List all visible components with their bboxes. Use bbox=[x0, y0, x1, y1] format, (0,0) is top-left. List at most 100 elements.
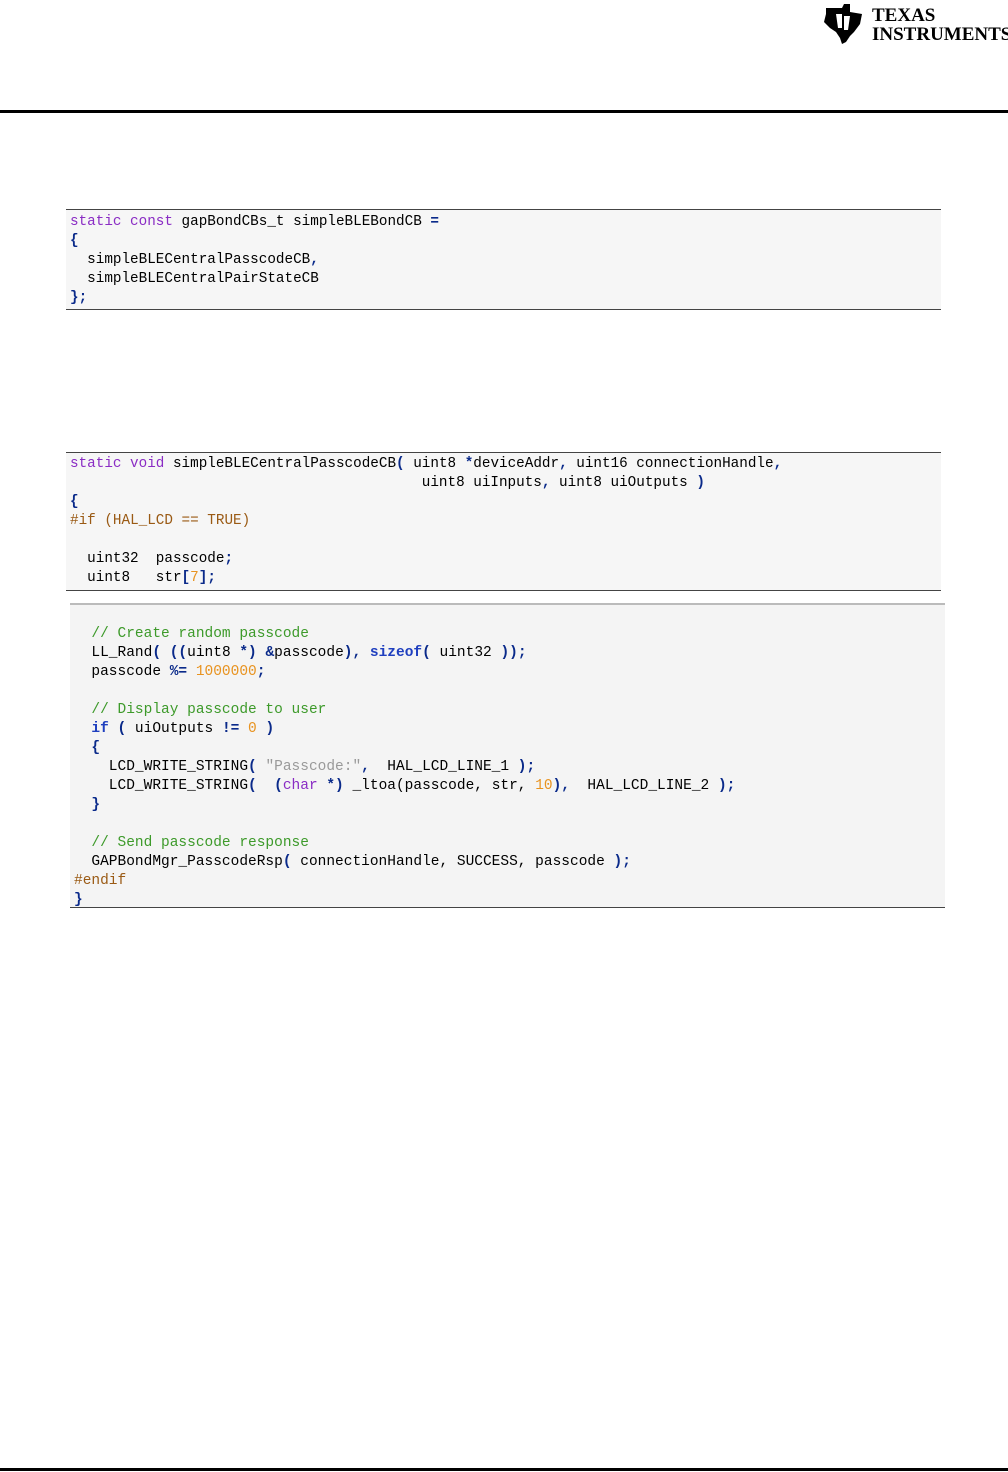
code-token: ( bbox=[248, 778, 257, 794]
ti-logo: Texas Instruments bbox=[820, 0, 1008, 50]
header-divider bbox=[0, 110, 1008, 113]
code-line: } bbox=[74, 796, 945, 815]
code-token: ( bbox=[422, 645, 431, 661]
code-token: ; bbox=[256, 664, 266, 680]
code-token: ( bbox=[152, 645, 162, 661]
code-token: #endif bbox=[74, 873, 127, 889]
code-token: , bbox=[559, 456, 568, 472]
code-line: } bbox=[74, 891, 945, 910]
code-token: ); bbox=[613, 854, 631, 870]
code-token: 10 bbox=[535, 778, 553, 794]
code-token: 7 bbox=[190, 570, 199, 586]
code-block-passcode-cb-body: // Create random passcode LL_Rand( ((uin… bbox=[70, 603, 945, 908]
code-token: ), bbox=[343, 645, 362, 661]
code-token: 0 bbox=[248, 721, 257, 737]
code-token: != bbox=[221, 721, 240, 737]
code-token: ; bbox=[224, 551, 234, 567]
code-token: ( bbox=[274, 778, 283, 794]
code-token: // Display passcode to user bbox=[74, 702, 327, 718]
code-token: uint32 passcode bbox=[70, 551, 225, 567]
code-token: uint32 bbox=[430, 645, 501, 661]
code-token: (HAL_LCD == TRUE) bbox=[95, 513, 251, 529]
code-token: LCD_WRITE_STRING bbox=[74, 759, 249, 775]
code-token: %= bbox=[169, 664, 188, 680]
code-token: // Send passcode response bbox=[74, 835, 309, 851]
code-token: _ltoa(passcode, str, bbox=[343, 778, 536, 794]
code-token: ( bbox=[117, 721, 127, 737]
code-token: simpleBLECentralPairStateCB bbox=[70, 271, 319, 287]
code-token: ( bbox=[282, 854, 292, 870]
code-token: char bbox=[282, 778, 318, 794]
code-token: uint8 bbox=[187, 645, 240, 661]
code-token: // Create random passcode bbox=[74, 626, 309, 642]
code-token: )); bbox=[500, 645, 527, 661]
code-token: & bbox=[265, 645, 275, 661]
code-token: #if bbox=[70, 513, 96, 529]
code-token: uint16 connectionHandle bbox=[567, 456, 774, 472]
code-token: uint8 uiOutputs bbox=[550, 475, 697, 491]
code-line: static const gapBondCBs_t simpleBLEBondC… bbox=[70, 213, 941, 232]
code-token: , bbox=[773, 456, 783, 472]
code-token: ]; bbox=[198, 570, 216, 586]
code-line: { bbox=[70, 493, 941, 512]
code-line: static void simpleBLECentralPasscodeCB( … bbox=[70, 455, 941, 474]
code-token: deviceAddr bbox=[473, 456, 560, 472]
code-token: connectionHandle, SUCCESS, passcode bbox=[291, 854, 614, 870]
code-token: passcode bbox=[74, 664, 170, 680]
code-line: uint8 str[7]; bbox=[70, 569, 941, 588]
code-token: 1000000 bbox=[195, 664, 257, 680]
code-token: ( bbox=[248, 759, 257, 775]
code-token: simpleBLECentralPasscodeCB bbox=[164, 456, 397, 472]
code-token: *) bbox=[326, 778, 344, 794]
code-token: [ bbox=[181, 570, 191, 586]
code-token: static void bbox=[70, 456, 165, 472]
code-token: } bbox=[91, 797, 101, 813]
code-token: ); bbox=[717, 778, 736, 794]
code-token: uint8 uiInputs bbox=[70, 475, 542, 491]
code-line: if ( uiOutputs != 0 ) bbox=[74, 720, 945, 739]
code-token: passcode bbox=[274, 645, 344, 661]
code-token: uint8 str bbox=[70, 570, 182, 586]
code-token: ); bbox=[517, 759, 536, 775]
code-token: LCD_WRITE_STRING bbox=[74, 778, 249, 794]
code-line: { bbox=[74, 739, 945, 758]
code-line: // Send passcode response bbox=[74, 834, 945, 853]
code-line: }; bbox=[70, 289, 941, 308]
code-token: *) bbox=[239, 645, 257, 661]
code-line: // Display passcode to user bbox=[74, 701, 945, 720]
code-line: { bbox=[70, 232, 941, 251]
code-token: { bbox=[91, 740, 101, 756]
code-line: // Create random passcode bbox=[74, 625, 945, 644]
code-token: "Passcode:" bbox=[265, 759, 362, 775]
code-line: uint8 uiInputs, uint8 uiOutputs ) bbox=[70, 474, 941, 493]
code-block-bond-callbacks: static const gapBondCBs_t simpleBLEBondC… bbox=[66, 209, 941, 310]
code-token: { bbox=[70, 494, 79, 510]
code-line: uint32 passcode; bbox=[70, 550, 941, 569]
code-line: simpleBLECentralPairStateCB bbox=[70, 270, 941, 289]
logo-line-1: Texas bbox=[872, 5, 936, 26]
code-token: static const bbox=[70, 214, 173, 230]
code-token: if bbox=[91, 721, 109, 737]
code-token: uiOutputs bbox=[126, 721, 222, 737]
code-token: ( bbox=[396, 456, 405, 472]
code-token: , bbox=[361, 759, 370, 775]
code-token: }; bbox=[70, 290, 88, 306]
code-line: passcode %= 1000000; bbox=[74, 663, 945, 682]
code-token: LL_Rand bbox=[74, 645, 153, 661]
code-line: GAPBondMgr_PasscodeRsp( connectionHandle… bbox=[74, 853, 945, 872]
code-line: #if (HAL_LCD == TRUE) bbox=[70, 512, 941, 531]
code-line: LCD_WRITE_STRING( "Passcode:", HAL_LCD_L… bbox=[74, 758, 945, 777]
code-line: #endif bbox=[74, 872, 945, 891]
code-block-passcode-cb-header: static void simpleBLECentralPasscodeCB( … bbox=[66, 452, 941, 591]
code-token: { bbox=[70, 233, 79, 249]
